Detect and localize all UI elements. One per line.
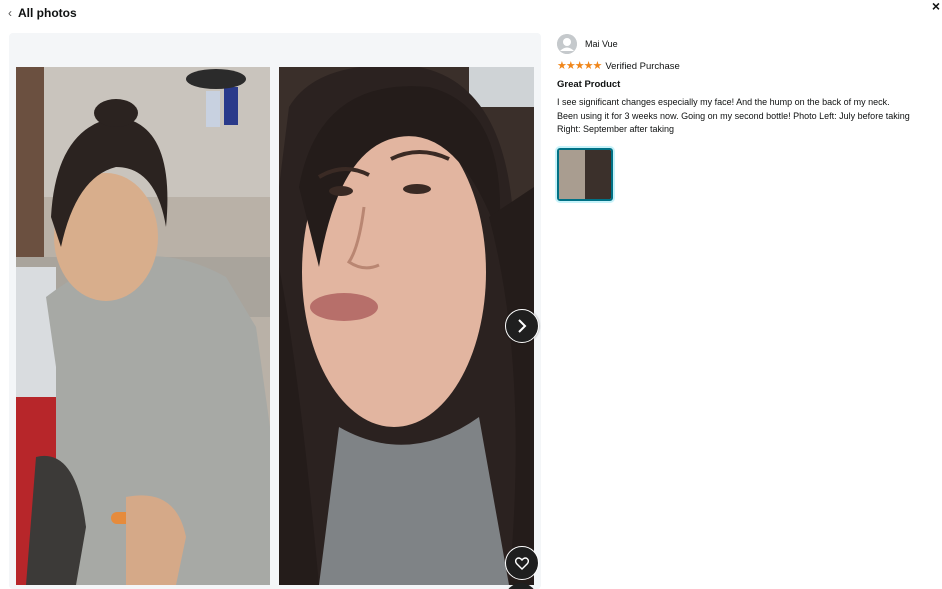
user-avatar-icon [557, 34, 577, 54]
close-button[interactable]: × [932, 0, 940, 14]
next-photo-button[interactable] [505, 309, 539, 343]
like-button[interactable] [505, 546, 539, 580]
heart-icon [515, 556, 529, 570]
rating-row: ★★★★★ Verified Purchase [557, 60, 927, 72]
reviewer-row: Mai Vue [557, 34, 927, 54]
chevron-left-icon: ‹ [8, 6, 12, 20]
thumbnail-left-half [559, 149, 585, 199]
review-body: I see significant changes especially my … [557, 97, 910, 134]
back-to-all-photos[interactable]: ‹ All photos [8, 6, 77, 20]
photo-after-illustration [279, 67, 534, 585]
review-panel: Mai Vue ★★★★★ Verified Purchase Great Pr… [557, 34, 927, 201]
photo-before-illustration [16, 67, 270, 585]
review-photo-left [16, 67, 270, 585]
star-rating-icon: ★★★★★ [557, 60, 602, 72]
back-label: All photos [18, 6, 77, 20]
verified-purchase-badge: Verified Purchase [605, 60, 680, 72]
reviewer-name[interactable]: Mai Vue [585, 39, 618, 49]
chevron-right-icon [518, 319, 527, 333]
thumbnail-right-half [585, 149, 611, 199]
photo-viewer [9, 33, 541, 589]
review-title: Great Product [557, 79, 621, 90]
close-icon: × [931, 0, 940, 14]
review-photo-thumbnail[interactable] [557, 147, 613, 201]
review-photo-right [279, 67, 534, 585]
